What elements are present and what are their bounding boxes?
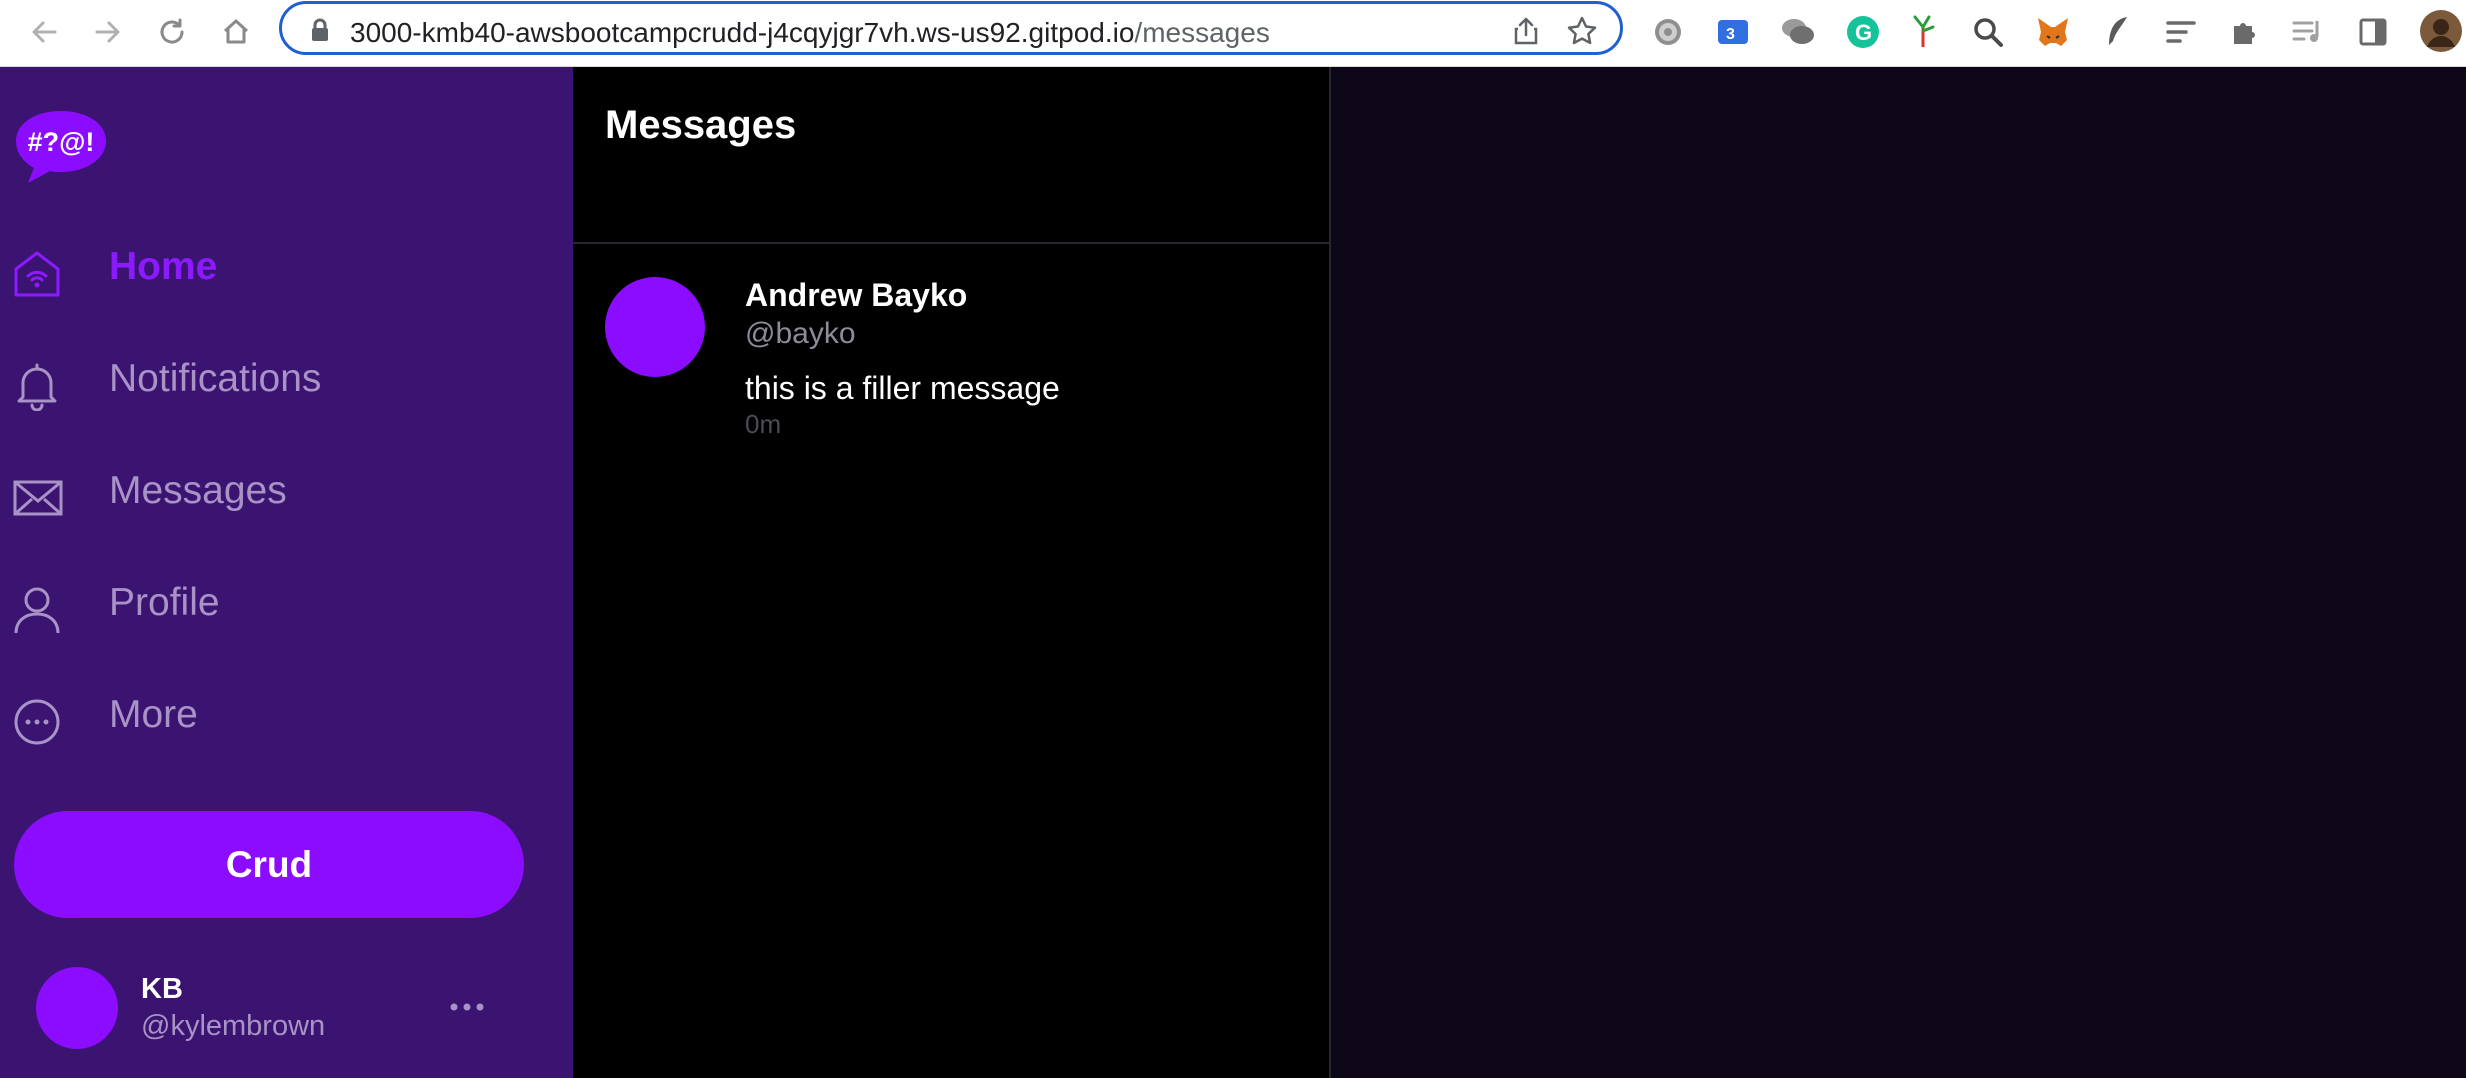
browser-toolbar: 3000-kmb40-awsbootcampcrudd-j4cqyjgr7vh.…	[0, 0, 2466, 67]
divider	[573, 242, 1329, 244]
messages-panel: Messages Andrew Bayko @bayko this is a f…	[573, 67, 1331, 1078]
sidebar-item-more[interactable]: More	[0, 677, 560, 757]
metamask-fox-icon[interactable]	[2035, 14, 2071, 50]
user-display-name: KB	[141, 973, 183, 1005]
sidebar-item-home[interactable]: Home	[0, 229, 560, 309]
profile-avatar[interactable]	[2418, 8, 2464, 54]
tools-extension-icon[interactable]	[1905, 14, 1941, 50]
message-text: this is a filler message	[745, 370, 1060, 406]
share-icon[interactable]	[1512, 16, 1540, 51]
sidebar-item-messages[interactable]: Messages	[0, 453, 560, 533]
reload-icon[interactable]	[152, 12, 192, 52]
app-logo-text: #?@!	[28, 127, 95, 157]
svg-text:G: G	[1855, 20, 1872, 45]
sidebar-item-label: Profile	[109, 581, 220, 624]
avatar[interactable]	[605, 277, 705, 377]
media-queue-icon[interactable]	[2290, 14, 2326, 50]
conversation-panel	[1331, 67, 2466, 1078]
message-timestamp: 0m	[745, 409, 782, 439]
sidebar: #?@! Home Notifications Messages Profile…	[0, 67, 573, 1078]
forward-icon[interactable]	[88, 12, 128, 52]
svg-text:3: 3	[1726, 26, 1735, 43]
search-extension-icon[interactable]	[1970, 14, 2006, 50]
gear-extension-icon[interactable]	[1650, 14, 1686, 50]
url-host: 3000-kmb40-awsbootcampcrudd-j4cqyjgr7vh.…	[350, 17, 1135, 48]
sidebar-item-label: More	[109, 693, 198, 736]
list-extension-icon[interactable]	[2163, 14, 2199, 50]
back-icon[interactable]	[24, 12, 64, 52]
bell-icon	[12, 361, 62, 416]
user-more-icon[interactable]	[445, 987, 489, 1027]
person-icon	[12, 585, 62, 640]
home-wifi-icon	[12, 249, 62, 304]
more-circle-icon	[12, 697, 62, 752]
grammarly-icon[interactable]: G	[1845, 14, 1881, 50]
envelope-icon	[12, 473, 64, 528]
lock-icon[interactable]	[310, 18, 330, 47]
avatar[interactable]	[36, 967, 118, 1049]
message-sender-handle: @bayko	[745, 317, 856, 350]
bookmark-star-icon[interactable]	[1566, 15, 1598, 52]
sidebar-item-label: Notifications	[109, 357, 322, 400]
sidebar-item-label: Home	[109, 245, 218, 288]
crud-button[interactable]: Crud	[14, 811, 524, 918]
page-title: Messages	[605, 103, 797, 147]
feather-extension-icon[interactable]	[2100, 14, 2136, 50]
app-logo[interactable]: #?@!	[12, 107, 110, 194]
address-bar[interactable]: 3000-kmb40-awsbootcampcrudd-j4cqyjgr7vh.…	[279, 1, 1623, 55]
side-panel-icon[interactable]	[2355, 14, 2391, 50]
home-icon[interactable]	[216, 12, 256, 52]
user-handle: @kylembrown	[141, 1010, 326, 1042]
sidebar-item-profile[interactable]: Profile	[0, 565, 560, 645]
sidebar-item-label: Messages	[109, 469, 287, 512]
translate-extension-icon[interactable]: 3	[1715, 14, 1751, 50]
sidebar-item-notifications[interactable]: Notifications	[0, 341, 560, 421]
url-text[interactable]: 3000-kmb40-awsbootcampcrudd-j4cqyjgr7vh.…	[350, 17, 1270, 49]
chat-extension-icon[interactable]	[1780, 14, 1816, 50]
url-path: /messages	[1134, 17, 1270, 48]
message-sender-name[interactable]: Andrew Bayko	[745, 277, 967, 314]
puzzle-extensions-icon[interactable]	[2228, 14, 2264, 50]
